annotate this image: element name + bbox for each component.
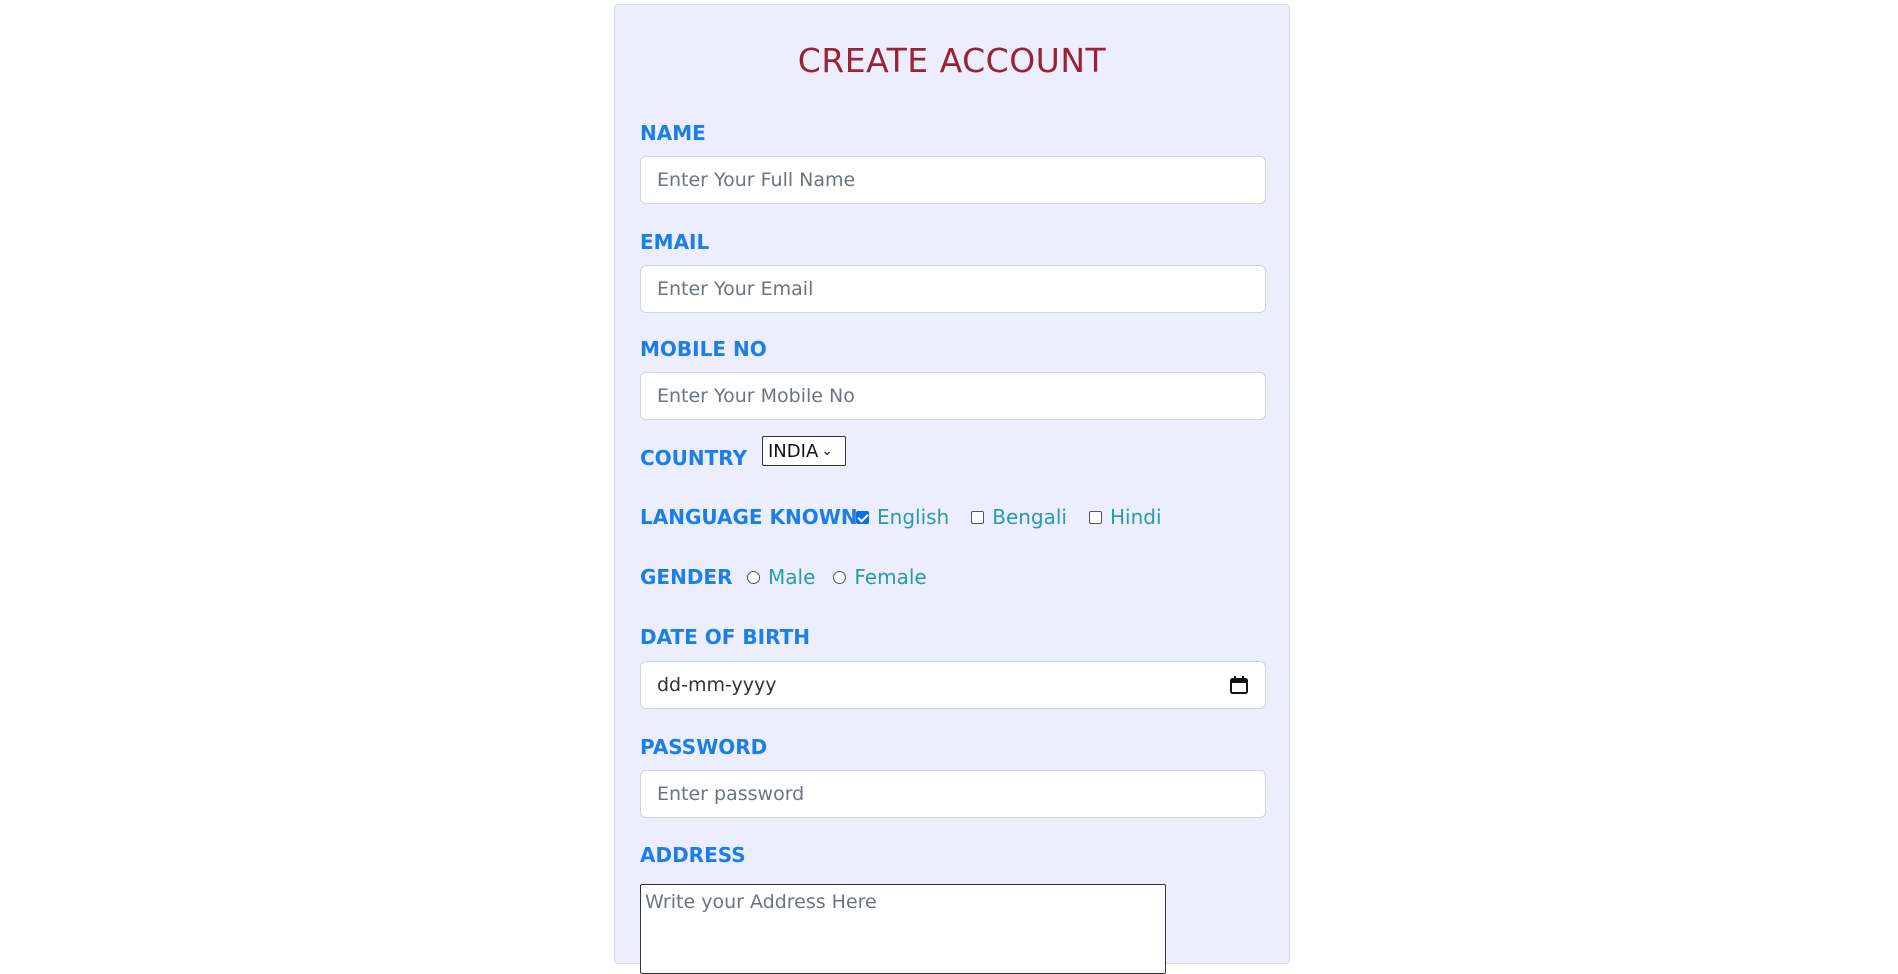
dob-input[interactable]: dd-mm-yyyy	[640, 661, 1266, 709]
address-label: ADDRESS	[640, 843, 746, 867]
bengali-label: Bengali	[992, 505, 1067, 529]
english-checkbox[interactable]	[856, 510, 869, 524]
gender-option-male[interactable]: Male	[747, 565, 815, 589]
password-label: PASSWORD	[640, 735, 768, 759]
language-option-bengali[interactable]: Bengali	[971, 505, 1067, 529]
email-input[interactable]	[640, 265, 1266, 313]
language-option-english[interactable]: English	[856, 505, 949, 529]
bengali-checkbox[interactable]	[971, 510, 985, 524]
country-selected-value: INDIA	[768, 440, 819, 462]
dob-label: DATE OF BIRTH	[640, 625, 810, 649]
language-label: LANGUAGE KNOWN	[640, 505, 858, 529]
male-radio[interactable]	[747, 570, 760, 584]
password-input[interactable]	[640, 770, 1266, 818]
mobile-label: MOBILE NO	[640, 337, 767, 361]
dob-placeholder: dd-mm-yyyy	[657, 674, 777, 696]
address-textarea[interactable]	[640, 884, 1166, 974]
mobile-input[interactable]	[640, 372, 1266, 420]
language-option-hindi[interactable]: Hindi	[1088, 505, 1162, 529]
country-label: COUNTRY	[640, 446, 748, 470]
chevron-down-icon: ⌄	[821, 443, 833, 459]
hindi-label: Hindi	[1109, 505, 1162, 529]
name-input[interactable]	[640, 156, 1266, 204]
email-label: EMAIL	[640, 230, 710, 254]
form-title: CREATE ACCOUNT	[797, 41, 1107, 80]
gender-options: Male Female	[747, 565, 949, 589]
female-radio[interactable]	[833, 570, 847, 584]
create-account-form: CREATE ACCOUNT NAME EMAIL MOBILE NO COUN…	[614, 4, 1290, 974]
country-select[interactable]: INDIA ⌄	[762, 436, 846, 466]
language-options: English Bengali Hindi	[856, 505, 1184, 529]
english-label: English	[877, 505, 950, 529]
gender-option-female[interactable]: Female	[833, 565, 927, 589]
gender-label: GENDER	[640, 565, 733, 589]
calendar-icon[interactable]	[1229, 675, 1249, 695]
male-label: Male	[768, 565, 816, 589]
name-label: NAME	[640, 121, 706, 145]
female-label: Female	[854, 565, 927, 589]
hindi-checkbox[interactable]	[1088, 510, 1102, 524]
